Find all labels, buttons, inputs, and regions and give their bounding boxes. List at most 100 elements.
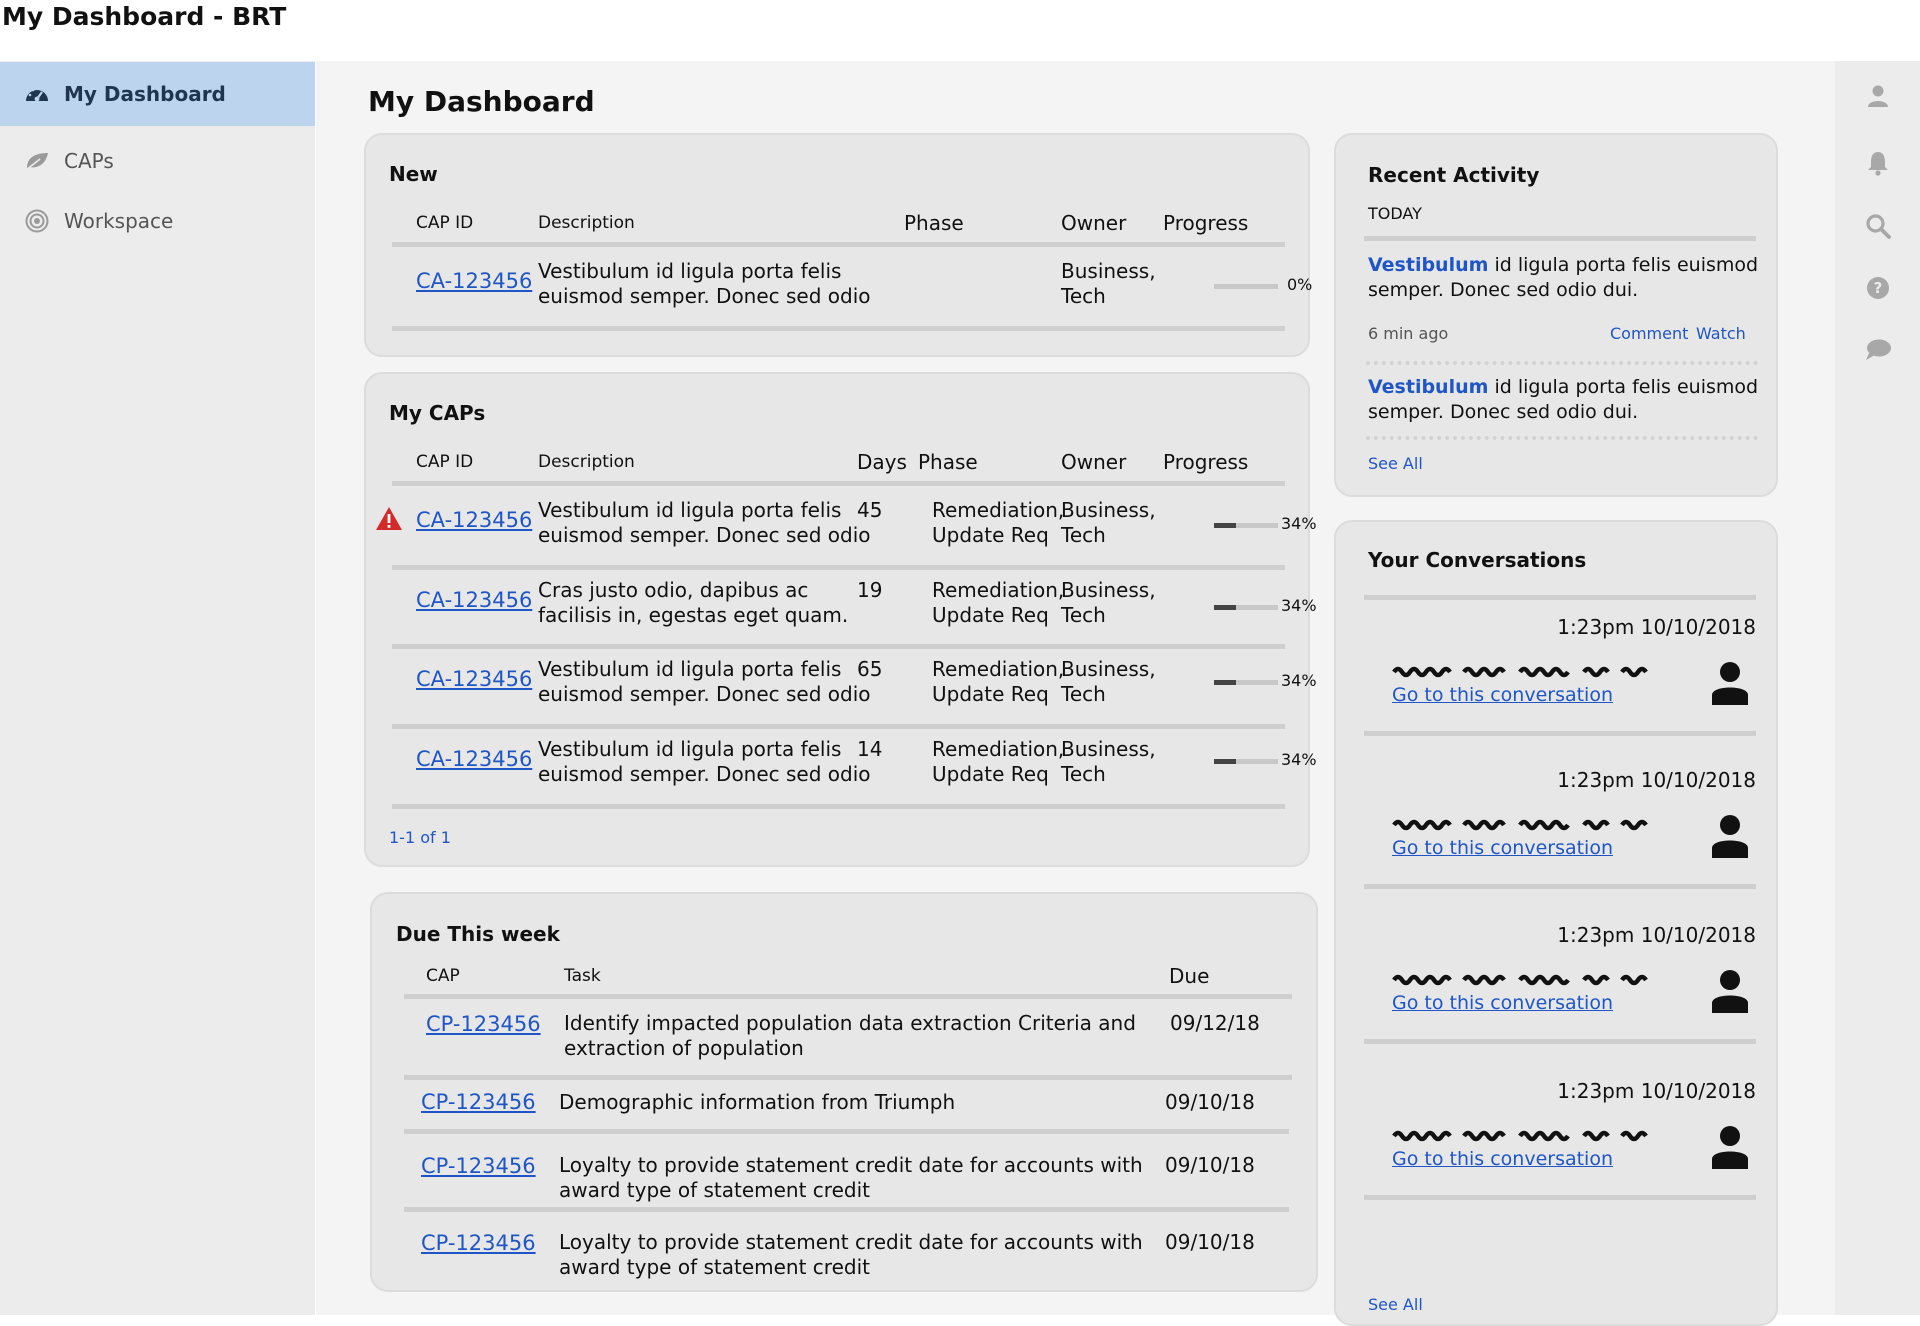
cap-days: 19: [857, 578, 883, 602]
cap-id-link[interactable]: CA-123456: [416, 667, 532, 691]
table-divider: [392, 481, 1285, 486]
conversation-preview-scribble: [1392, 974, 1648, 986]
cap-owner: Business, Tech: [1061, 259, 1156, 308]
user-icon[interactable]: [1861, 79, 1895, 113]
cap-phase: Remediation, Update Req: [932, 578, 1065, 627]
search-icon[interactable]: [1861, 209, 1895, 243]
warning-icon: [376, 507, 402, 530]
cap-id-link[interactable]: CA-123456: [416, 747, 532, 771]
card-title: Due This week: [396, 922, 560, 946]
cap-link[interactable]: CP-123456: [421, 1090, 536, 1114]
table-divider: [392, 242, 1285, 247]
conversation-preview-scribble: [1392, 819, 1648, 831]
conversation-time: 1:23pm 10/10/2018: [1557, 923, 1756, 947]
user-avatar-icon: [1712, 1126, 1748, 1169]
progress-percent: 0%: [1287, 275, 1313, 294]
cap-phase: Remediation, Update Req: [932, 737, 1065, 786]
task-description: Loyalty to provide statement credit date…: [559, 1153, 1143, 1202]
conversation-divider: [1364, 1039, 1756, 1044]
go-to-conversation-link[interactable]: Go to this conversation: [1392, 1148, 1613, 1170]
user-avatar-icon: [1712, 815, 1748, 858]
watch-link[interactable]: Watch: [1696, 324, 1746, 343]
table-divider: [404, 1207, 1289, 1212]
cap-link[interactable]: CP-123456: [426, 1012, 541, 1036]
due-date: 09/12/18: [1170, 1011, 1260, 1035]
pagination-label[interactable]: 1-1 of 1: [389, 828, 451, 847]
go-to-conversation-link[interactable]: Go to this conversation: [1392, 684, 1613, 706]
chat-icon[interactable]: [1861, 333, 1895, 367]
column-header-description: Description: [538, 452, 635, 472]
see-all-conversations-link[interactable]: See All: [1368, 1295, 1423, 1314]
due-this-week-card: Due This week CAP Task Due CP-123456 Ide…: [370, 892, 1318, 1292]
conversation-time: 1:23pm 10/10/2018: [1557, 768, 1756, 792]
activity-subject-link[interactable]: Vestibulum: [1368, 376, 1488, 398]
help-icon[interactable]: ?: [1861, 271, 1895, 305]
conversation-time: 1:23pm 10/10/2018: [1557, 1079, 1756, 1103]
conversation-divider: [1364, 884, 1756, 889]
column-header-phase: Phase: [918, 450, 978, 474]
conversation-divider: [1364, 731, 1756, 736]
column-header-description: Description: [538, 213, 635, 233]
cap-owner: Business, Tech: [1061, 498, 1156, 547]
column-header-phase: Phase: [904, 211, 964, 235]
due-date: 09/10/18: [1165, 1153, 1255, 1177]
comment-link[interactable]: Comment: [1610, 324, 1688, 343]
table-divider: [392, 804, 1285, 809]
cap-id-link[interactable]: CA-123456: [416, 508, 532, 532]
conversation-preview-scribble: [1392, 666, 1648, 678]
cap-description: Cras justo odio, dapibus ac facilisis in,…: [538, 578, 849, 627]
bell-icon[interactable]: [1861, 146, 1895, 180]
recent-activity-card: Recent Activity TODAY Vestibulum id ligu…: [1334, 133, 1778, 497]
activity-divider: [1366, 361, 1758, 365]
cap-id-link[interactable]: CA-123456: [416, 588, 532, 612]
go-to-conversation-link[interactable]: Go to this conversation: [1392, 837, 1613, 859]
column-header-progress: Progress: [1163, 450, 1249, 474]
user-avatar-icon: [1712, 970, 1748, 1013]
table-divider: [404, 1129, 1289, 1134]
activity-subject-link[interactable]: Vestibulum: [1368, 254, 1488, 276]
cap-description: Vestibulum id ligula porta felis euismod …: [538, 498, 871, 547]
table-divider: [392, 326, 1285, 331]
sidebar-item-workspace[interactable]: Workspace: [0, 189, 315, 253]
progress-percent: 34%: [1281, 750, 1317, 769]
table-divider: [404, 994, 1292, 999]
see-all-activity-link[interactable]: See All: [1368, 454, 1423, 473]
conversation-divider: [1364, 1195, 1756, 1200]
sidebar-item-my-dashboard[interactable]: My Dashboard: [0, 62, 315, 126]
cap-owner: Business, Tech: [1061, 578, 1156, 627]
svg-text:?: ?: [1874, 279, 1883, 297]
card-title: New: [389, 162, 438, 186]
column-header-cap: CAP: [426, 966, 460, 986]
cap-days: 45: [857, 498, 883, 522]
cap-link[interactable]: CP-123456: [421, 1231, 536, 1255]
card-title: Your Conversations: [1368, 548, 1587, 572]
go-to-conversation-link[interactable]: Go to this conversation: [1392, 992, 1613, 1014]
activity-group-label: TODAY: [1368, 204, 1422, 223]
cap-description: Vestibulum id ligula porta felis euismod …: [538, 657, 871, 706]
card-title: My CAPs: [389, 401, 486, 425]
user-avatar-icon: [1712, 662, 1748, 705]
activity-time: 6 min ago: [1368, 324, 1449, 343]
column-header-due: Due: [1169, 964, 1210, 988]
sidebar-item-caps[interactable]: CAPs: [0, 129, 315, 193]
column-header-progress: Progress: [1163, 211, 1249, 235]
column-header-owner: Owner: [1061, 450, 1127, 474]
cap-link[interactable]: CP-123456: [421, 1154, 536, 1178]
cap-description: Vestibulum id ligula porta felis euismod …: [538, 259, 871, 308]
activity-text: Vestibulum id ligula porta felis euismod…: [1368, 254, 1759, 301]
cap-owner: Business, Tech: [1061, 737, 1156, 786]
column-header-cap-id: CAP ID: [416, 213, 474, 233]
main-content: My Dashboard New CAP ID Description Phas…: [316, 61, 1835, 1326]
task-description: Identify impacted population data extrac…: [564, 1011, 1136, 1060]
table-divider: [392, 644, 1285, 649]
activity-divider: [1366, 436, 1758, 440]
target-icon: [24, 208, 50, 234]
card-title: Recent Activity: [1368, 163, 1540, 187]
sidebar-item-label: CAPs: [64, 149, 114, 173]
table-divider: [392, 565, 1285, 570]
conversation-divider: [1364, 595, 1756, 600]
cap-id-link[interactable]: CA-123456: [416, 269, 532, 293]
conversations-card: Your Conversations 1:23pm 10/10/2018 Go t…: [1334, 520, 1778, 1326]
due-date: 09/10/18: [1165, 1230, 1255, 1254]
task-description: Loyalty to provide statement credit date…: [559, 1230, 1143, 1279]
